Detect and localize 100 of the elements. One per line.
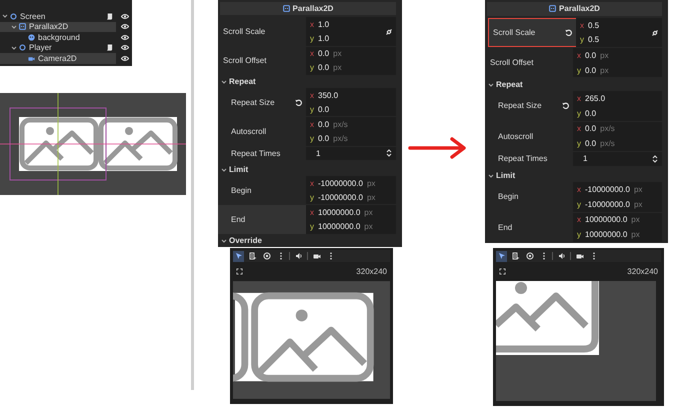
vector-field[interactable]: x 265.0 y 0.0 — [573, 91, 662, 120]
chevron-icon — [221, 166, 227, 173]
property-label: Repeat Size — [498, 101, 542, 110]
axis-label: x — [577, 185, 581, 194]
select-tool-button[interactable] — [496, 250, 507, 262]
eye-icon[interactable] — [121, 44, 129, 52]
script-icon[interactable] — [106, 44, 113, 52]
field-value: 0.0 — [585, 124, 596, 134]
fullscreen-icon[interactable] — [499, 268, 506, 275]
square-icon — [549, 5, 556, 12]
cursor-icon — [498, 252, 506, 260]
camera-icon — [312, 252, 320, 260]
section-header[interactable]: Override — [218, 234, 396, 247]
speaker-button[interactable] — [293, 250, 304, 262]
axis-label: y — [310, 104, 314, 114]
unit-label: px/s — [333, 134, 348, 144]
vector-field[interactable]: x 10000000.0 px y 10000000.0 px — [573, 212, 662, 242]
vector-field[interactable]: x 1.0 y 1.0 — [306, 17, 396, 46]
unit-label: px — [600, 66, 609, 75]
axis-label: y — [310, 34, 314, 43]
property-label: End — [498, 222, 512, 232]
field-value: 0.5 — [588, 35, 600, 44]
tree-item[interactable]: Screen — [0, 11, 116, 22]
field-value: 10000000.0 — [318, 222, 360, 232]
unit-label: px — [631, 215, 640, 224]
square-icon — [282, 5, 290, 12]
eye-icon[interactable] — [121, 34, 129, 41]
section-header[interactable]: Limit — [485, 170, 662, 182]
section-header[interactable]: Repeat — [218, 76, 396, 88]
inspector-title: Parallax2D — [292, 4, 334, 14]
vector-field[interactable]: x 0.5 y 0.5 — [576, 18, 662, 48]
vector-field[interactable]: x 10000000.0 px y 10000000.0 px — [306, 205, 396, 234]
field-value: 0.0 — [585, 139, 596, 148]
section-title: Repeat — [496, 80, 523, 90]
field-value: 1 — [316, 148, 320, 158]
field-value: 350.0 — [318, 90, 338, 100]
tree-item[interactable]: Player — [0, 42, 116, 53]
fullscreen-icon[interactable] — [236, 268, 243, 275]
axis-label: y — [577, 230, 581, 240]
revert-icon[interactable] — [562, 102, 569, 110]
list-button[interactable] — [510, 250, 521, 262]
section-title: Limit — [496, 171, 516, 180]
vector-field[interactable]: x 350.0 y 0.0 — [306, 88, 396, 116]
field-value: 0.0 — [318, 104, 330, 114]
property-label: Begin — [498, 192, 518, 202]
axis-label: y — [310, 134, 314, 144]
spin-field[interactable]: 1 — [573, 152, 662, 166]
unit-label: px — [333, 49, 342, 58]
section-header[interactable]: Repeat — [485, 78, 662, 92]
spin-field[interactable]: 1 — [306, 146, 396, 160]
axis-label: x — [310, 208, 314, 217]
field-value: 1.0 — [318, 20, 330, 29]
section-header[interactable]: Limit — [218, 164, 396, 176]
node-name: Screen — [20, 12, 46, 21]
field-value: -10000000.0 — [318, 192, 363, 202]
tree-item[interactable]: background — [0, 32, 116, 42]
vector-field[interactable]: x 0.0 px y 0.0 px — [306, 46, 396, 75]
node-name: background — [38, 32, 81, 42]
list-icon — [248, 252, 256, 260]
speaker-button[interactable] — [556, 250, 567, 262]
script-icon[interactable] — [106, 12, 113, 20]
vector-field[interactable]: x 0.0 px/s y 0.0 px/s — [306, 117, 396, 146]
axis-label: y — [310, 222, 314, 232]
property-label: Begin — [231, 186, 252, 195]
revert-icon[interactable] — [565, 28, 572, 36]
field-value: -10000000.0 — [318, 178, 363, 188]
axis-label: y — [580, 35, 584, 44]
field-value: 0.0 — [585, 66, 596, 75]
eye-icon[interactable] — [121, 54, 129, 62]
vector-field[interactable]: x 0.0 px y 0.0 px — [573, 48, 662, 78]
link-icon[interactable] — [651, 28, 659, 37]
property-label: Autoscroll — [231, 127, 266, 136]
field-value: 10000000.0 — [585, 215, 628, 224]
field-value: 10000000.0 — [585, 230, 628, 240]
chevron-icon[interactable] — [11, 44, 17, 51]
section-title: Limit — [229, 165, 248, 174]
eye-icon[interactable] — [121, 23, 129, 30]
resolution-label: 320x240 — [356, 267, 387, 276]
select-tool-button[interactable] — [233, 250, 244, 262]
target-button[interactable] — [524, 250, 535, 262]
target-button[interactable] — [261, 250, 272, 262]
property-label: Scroll Scale — [223, 26, 266, 36]
axis-label: y — [577, 139, 581, 148]
list-button[interactable] — [247, 250, 258, 262]
unit-label: px — [333, 63, 342, 72]
axis-label: x — [310, 90, 314, 100]
eye-icon[interactable] — [121, 12, 129, 20]
revert-icon[interactable] — [295, 98, 302, 106]
unit-label: px — [631, 230, 640, 240]
unit-label: px/s — [600, 124, 615, 134]
up-down-arrows-icon[interactable] — [652, 154, 658, 163]
link-icon[interactable] — [385, 28, 393, 36]
axis-label: y — [577, 66, 581, 75]
property-label: Scroll Offset — [223, 56, 266, 66]
unit-label: px — [364, 208, 373, 217]
up-down-arrows-icon[interactable] — [386, 149, 392, 158]
speaker-icon — [294, 252, 302, 260]
square-icon — [19, 23, 26, 30]
vector-field[interactable]: x 0.0 px/s y 0.0 px/s — [573, 122, 662, 151]
field-value: 0.0 — [318, 134, 330, 144]
